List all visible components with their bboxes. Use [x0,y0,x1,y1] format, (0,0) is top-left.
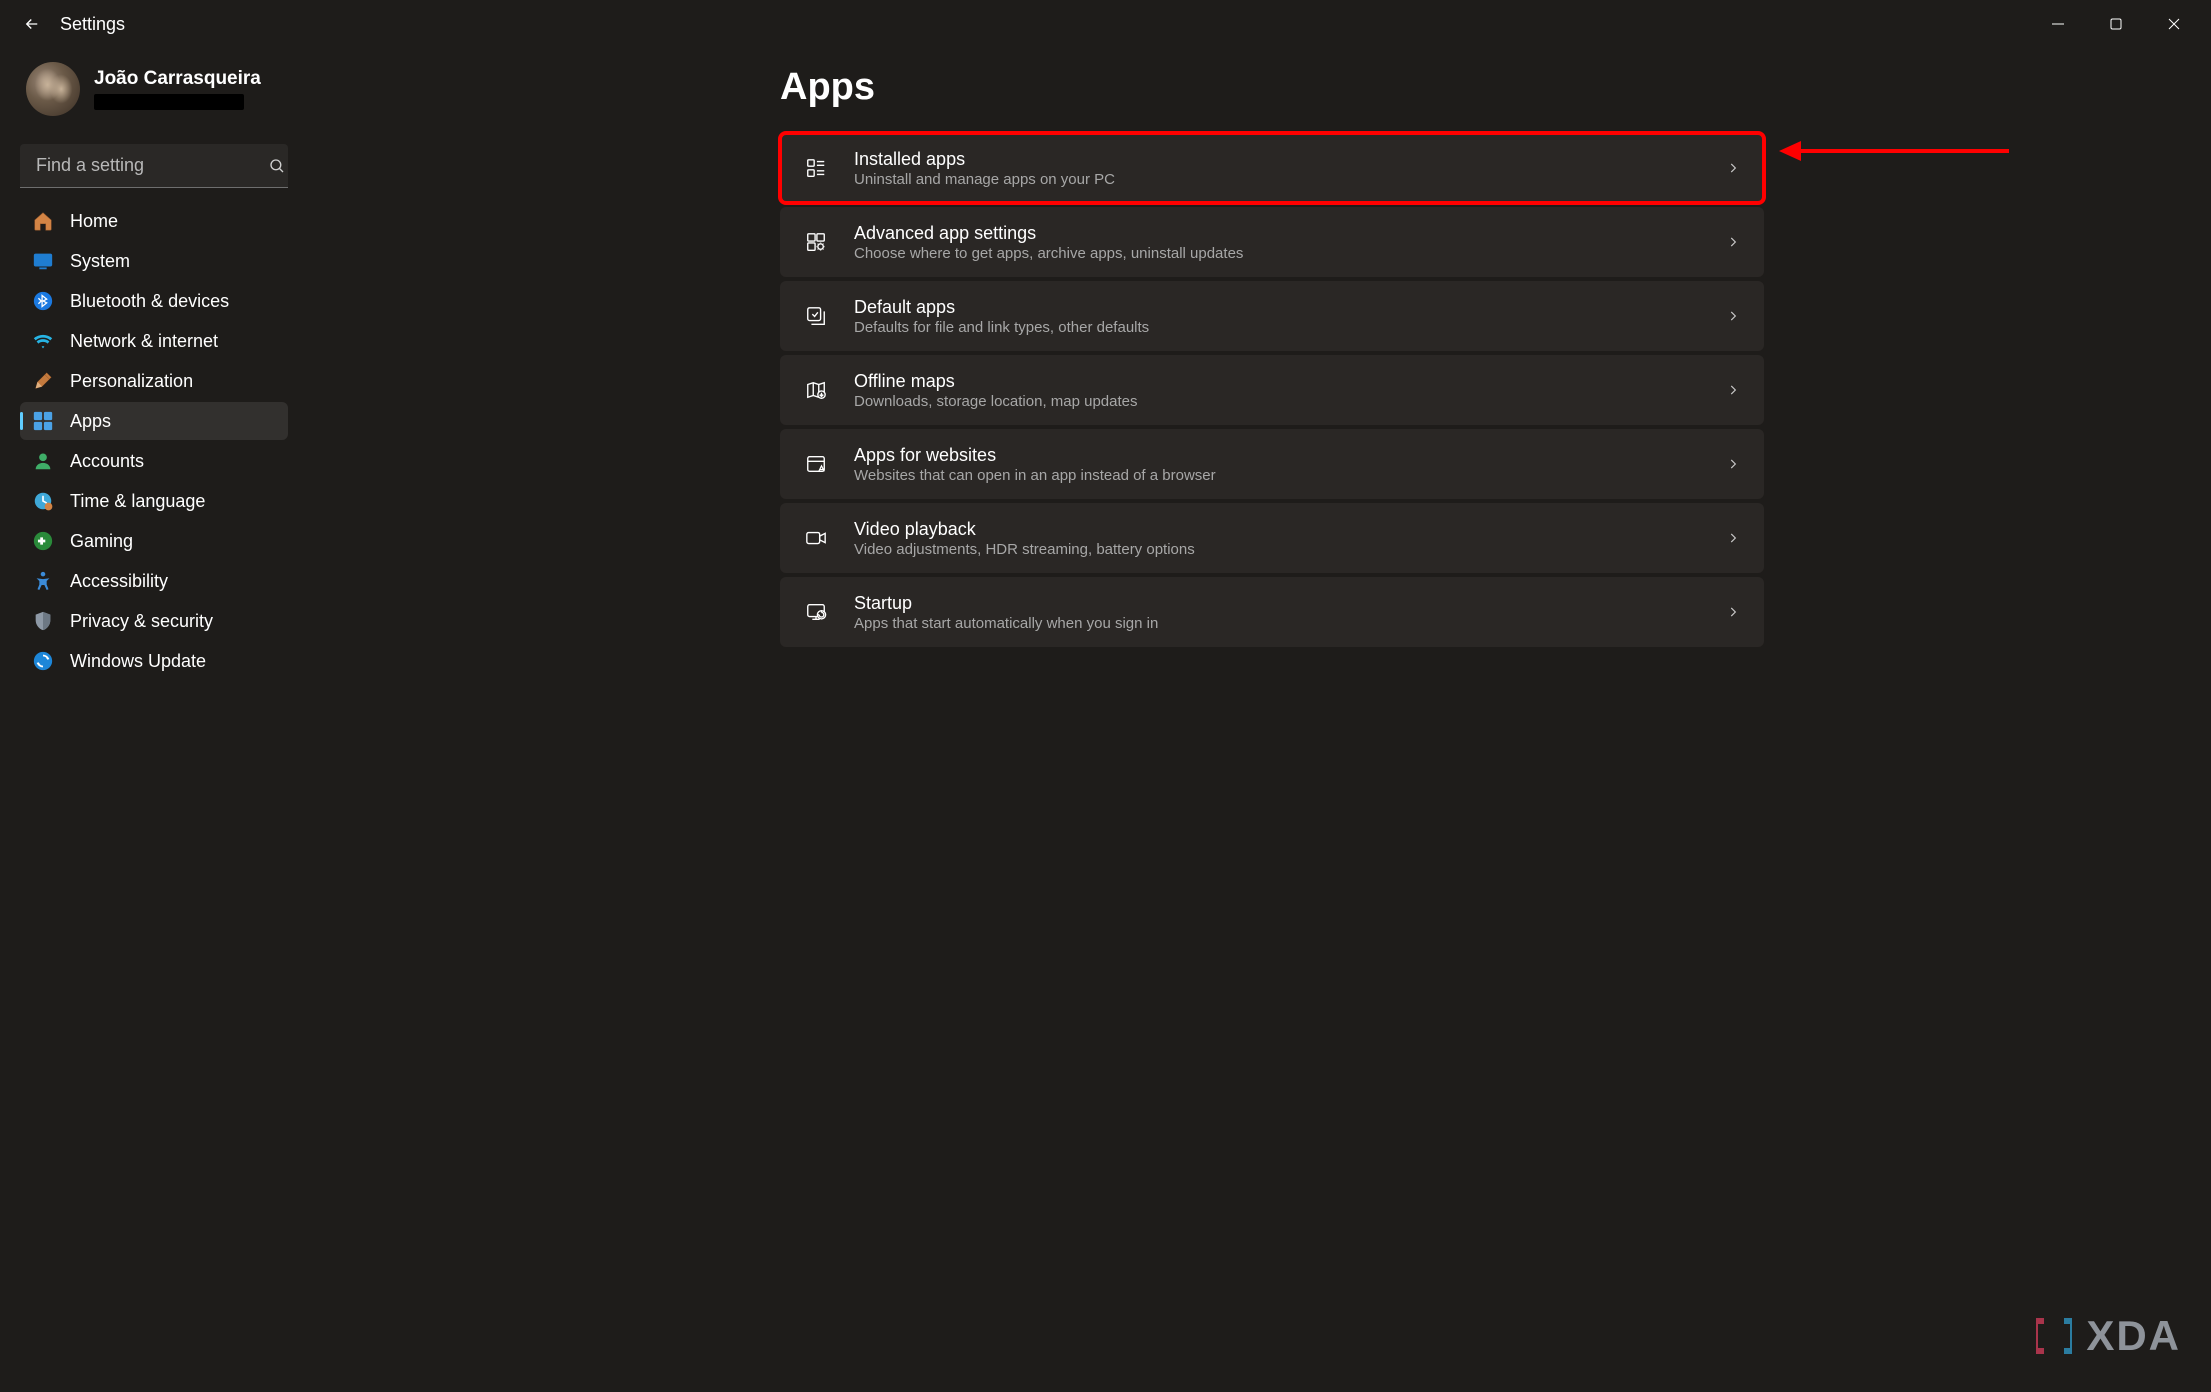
card-installed-apps[interactable]: Installed apps Uninstall and manage apps… [780,133,1764,203]
sidebar-item-network[interactable]: Network & internet [20,322,288,360]
card-startup[interactable]: Startup Apps that start automatically wh… [780,577,1764,647]
advanced-settings-icon [804,230,828,254]
chevron-right-icon [1726,309,1740,323]
accessibility-icon [32,570,54,592]
sidebar-item-accessibility[interactable]: Accessibility [20,562,288,600]
card-title: Default apps [854,297,1726,318]
sidebar-item-apps[interactable]: Apps [20,402,288,440]
sidebar-item-label: System [70,251,130,272]
sidebar-item-label: Accounts [70,451,144,472]
bluetooth-icon [32,290,54,312]
card-sub: Choose where to get apps, archive apps, … [854,245,1726,262]
chevron-right-icon [1726,457,1740,471]
sidebar-item-label: Windows Update [70,651,206,672]
card-sub: Uninstall and manage apps on your PC [854,171,1726,188]
card-sub: Websites that can open in an app instead… [854,467,1726,484]
card-sub: Apps that start automatically when you s… [854,615,1726,632]
xda-logo-icon [2030,1312,2078,1360]
accounts-icon [32,450,54,472]
sidebar-item-label: Home [70,211,118,232]
card-sub: Downloads, storage location, map updates [854,393,1726,410]
search-input[interactable] [36,155,268,176]
sidebar-item-personalization[interactable]: Personalization [20,362,288,400]
home-icon [32,210,54,232]
privacy-icon [32,610,54,632]
sidebar-item-bluetooth[interactable]: Bluetooth & devices [20,282,288,320]
window-title: Settings [60,14,125,35]
sidebar-item-label: Gaming [70,531,133,552]
apps-icon [32,410,54,432]
sidebar-item-label: Personalization [70,371,193,392]
sidebar-item-gaming[interactable]: Gaming [20,522,288,560]
close-icon [2167,17,2181,31]
back-arrow-icon [23,15,41,33]
maps-icon [804,378,828,402]
watermark-text: XDA [2086,1312,2181,1360]
titlebar: Settings [0,0,2211,48]
sidebar-item-label: Privacy & security [70,611,213,632]
search-icon [268,157,286,175]
personalization-icon [32,370,54,392]
chevron-right-icon [1726,383,1740,397]
minimize-button[interactable] [2029,4,2087,44]
maximize-button[interactable] [2087,4,2145,44]
windows-update-icon [32,650,54,672]
card-sub: Video adjustments, HDR streaming, batter… [854,541,1726,558]
video-icon [804,526,828,550]
card-title: Video playback [854,519,1726,540]
card-title: Advanced app settings [854,223,1726,244]
card-sub: Defaults for file and link types, other … [854,319,1726,336]
close-button[interactable] [2145,4,2203,44]
card-title: Offline maps [854,371,1726,392]
chevron-right-icon [1726,235,1740,249]
search-box[interactable] [20,144,288,188]
sidebar-item-label: Accessibility [70,571,168,592]
sidebar-item-label: Network & internet [70,331,218,352]
window-controls [2029,4,2203,44]
back-button[interactable] [8,0,56,48]
startup-icon [804,600,828,624]
default-apps-icon [804,304,828,328]
sidebar-item-windows-update[interactable]: Windows Update [20,642,288,680]
chevron-right-icon [1726,161,1740,175]
sidebar-item-home[interactable]: Home [20,202,288,240]
card-title: Startup [854,593,1726,614]
sidebar: João Carrasqueira Home System Bluetoot [20,48,300,1392]
sidebar-item-label: Time & language [70,491,205,512]
watermark: XDA [2030,1312,2181,1360]
card-apps-websites[interactable]: Apps for websites Websites that can open… [780,429,1764,499]
main-content: Apps Installed apps Uninstall and manage… [300,48,2000,1392]
card-video-playback[interactable]: Video playback Video adjustments, HDR st… [780,503,1764,573]
user-email-redacted [94,94,244,110]
maximize-icon [2109,17,2123,31]
sidebar-item-privacy[interactable]: Privacy & security [20,602,288,640]
avatar [26,62,80,116]
card-title: Installed apps [854,149,1726,170]
installed-apps-icon [804,156,828,180]
user-name: João Carrasqueira [94,68,261,90]
card-default-apps[interactable]: Default apps Defaults for file and link … [780,281,1764,351]
nav: Home System Bluetooth & devices Network … [20,202,288,680]
card-offline-maps[interactable]: Offline maps Downloads, storage location… [780,355,1764,425]
page-title: Apps [780,66,2000,109]
gaming-icon [32,530,54,552]
user-block[interactable]: João Carrasqueira [20,48,288,136]
chevron-right-icon [1726,605,1740,619]
system-icon [32,250,54,272]
sidebar-item-time[interactable]: Time & language [20,482,288,520]
card-advanced-settings[interactable]: Advanced app settings Choose where to ge… [780,207,1764,277]
minimize-icon [2051,17,2065,31]
card-title: Apps for websites [854,445,1726,466]
chevron-right-icon [1726,531,1740,545]
wifi-icon [32,330,54,352]
sidebar-item-system[interactable]: System [20,242,288,280]
time-icon [32,490,54,512]
websites-icon [804,452,828,476]
sidebar-item-accounts[interactable]: Accounts [20,442,288,480]
sidebar-item-label: Bluetooth & devices [70,291,229,312]
sidebar-item-label: Apps [70,411,111,432]
